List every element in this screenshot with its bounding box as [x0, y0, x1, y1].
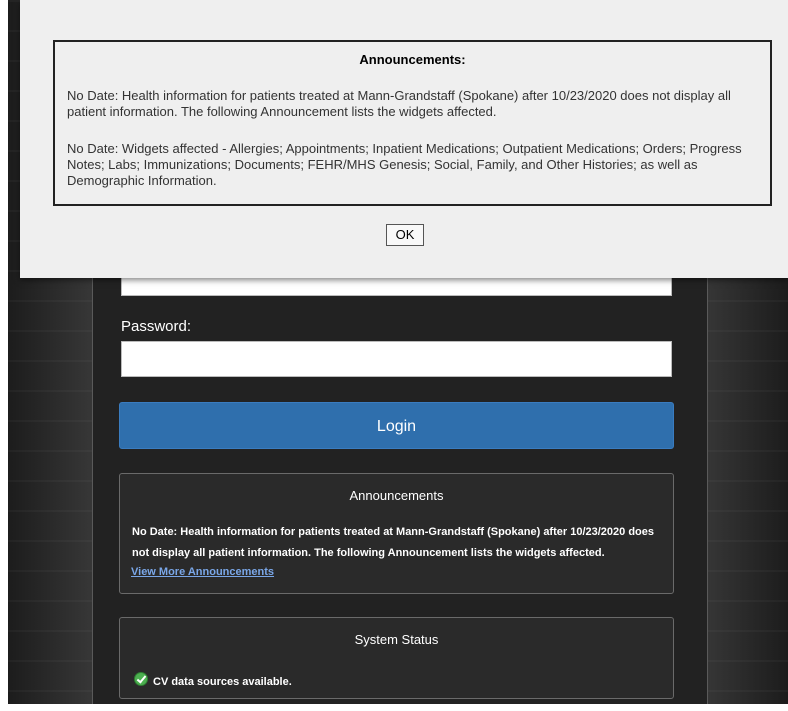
bottom-strip — [0, 704, 788, 711]
login-button[interactable]: Login — [119, 402, 674, 449]
system-status-panel: System Status CV data sources available. — [119, 617, 674, 699]
password-label: Password: — [121, 318, 192, 335]
view-more-announcements-link[interactable]: View More Announcements — [131, 566, 274, 578]
announcements-modal: Announcements: No Date: Health informati… — [20, 0, 788, 278]
announcements-panel-text: No Date: Health information for patients… — [132, 526, 654, 559]
password-input[interactable] — [121, 341, 672, 377]
system-status-row: CV data sources available. — [134, 672, 292, 689]
modal-paragraph-1: No Date: Health information for patients… — [67, 88, 731, 119]
announcements-panel-title: Announcements — [349, 488, 444, 503]
system-status-text: CV data sources available. — [153, 676, 292, 688]
system-status-title: System Status — [354, 632, 439, 647]
modal-title: Announcements: — [359, 52, 466, 67]
announcements-modal-box: Announcements: No Date: Health informati… — [53, 40, 772, 206]
modal-paragraph-2: No Date: Widgets affected - Allergies; A… — [67, 141, 742, 188]
ok-button[interactable]: OK — [386, 224, 424, 246]
check-circle-icon — [134, 672, 148, 686]
